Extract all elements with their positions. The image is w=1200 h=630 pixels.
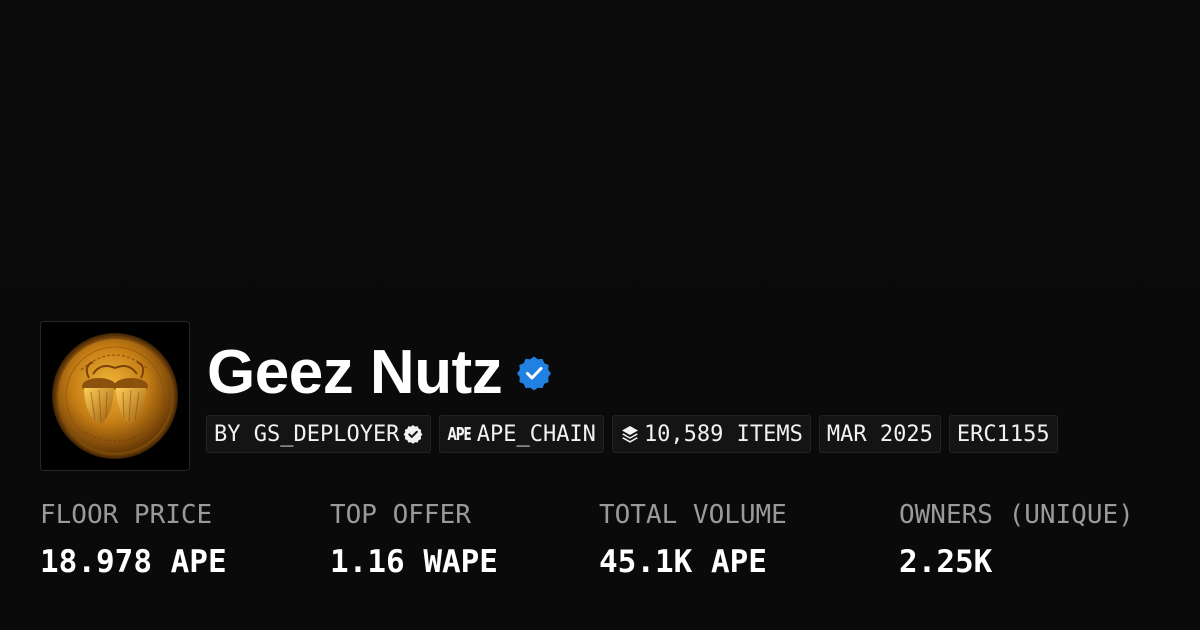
chain-label: APE_CHAIN — [476, 421, 596, 447]
items-count: 10,589 ITEMS — [643, 421, 803, 447]
date-label: MAR 2025 — [826, 421, 933, 447]
items-tag[interactable]: 10,589 ITEMS — [611, 415, 811, 453]
stat-label: TOTAL VOLUME — [599, 500, 787, 530]
collection-avatar[interactable] — [40, 321, 190, 471]
standard-label: ERC1155 — [956, 421, 1050, 447]
stat-value: 45.1K APE — [599, 544, 767, 580]
date-tag: MAR 2025 — [818, 415, 941, 453]
stat-label: FLOOR PRICE — [40, 500, 213, 530]
verified-badge-icon — [517, 356, 552, 391]
collection-title: Geez Nutz — [207, 338, 503, 407]
stat-value: 2.25K — [899, 544, 993, 580]
stat-floor-price: FLOOR PRICE 18.978 APE — [40, 500, 227, 580]
stat-total-volume: TOTAL VOLUME 45.1K APE — [599, 500, 787, 580]
collection-card: Geez Nutz BY GS_DEPLOYER APE APE_CHAIN 1… — [0, 0, 1200, 630]
standard-tag: ERC1155 — [948, 415, 1058, 453]
ape-chain-logo: APE — [447, 423, 471, 445]
acorn-coin-icon — [41, 322, 189, 470]
collection-header: Geez Nutz — [207, 337, 552, 409]
layers-icon — [621, 426, 638, 443]
stat-value: 18.978 APE — [40, 544, 227, 580]
creator-verified-icon — [404, 425, 423, 444]
stat-value: 1.16 WAPE — [330, 544, 498, 580]
stat-owners: OWNERS (UNIQUE) 2.25K — [899, 500, 1134, 580]
collection-stats: FLOOR PRICE 18.978 APE TOP OFFER 1.16 WA… — [0, 500, 1200, 600]
stat-top-offer: TOP OFFER 1.16 WAPE — [330, 500, 498, 580]
creator-tag[interactable]: BY GS_DEPLOYER — [206, 415, 432, 453]
creator-label: BY GS_DEPLOYER — [214, 421, 400, 447]
stat-label: OWNERS (UNIQUE) — [899, 500, 1134, 530]
chain-tag[interactable]: APE APE_CHAIN — [439, 415, 604, 453]
collection-tags: BY GS_DEPLOYER APE APE_CHAIN 10,589 ITEM… — [206, 415, 1058, 453]
stat-label: TOP OFFER — [330, 500, 471, 530]
